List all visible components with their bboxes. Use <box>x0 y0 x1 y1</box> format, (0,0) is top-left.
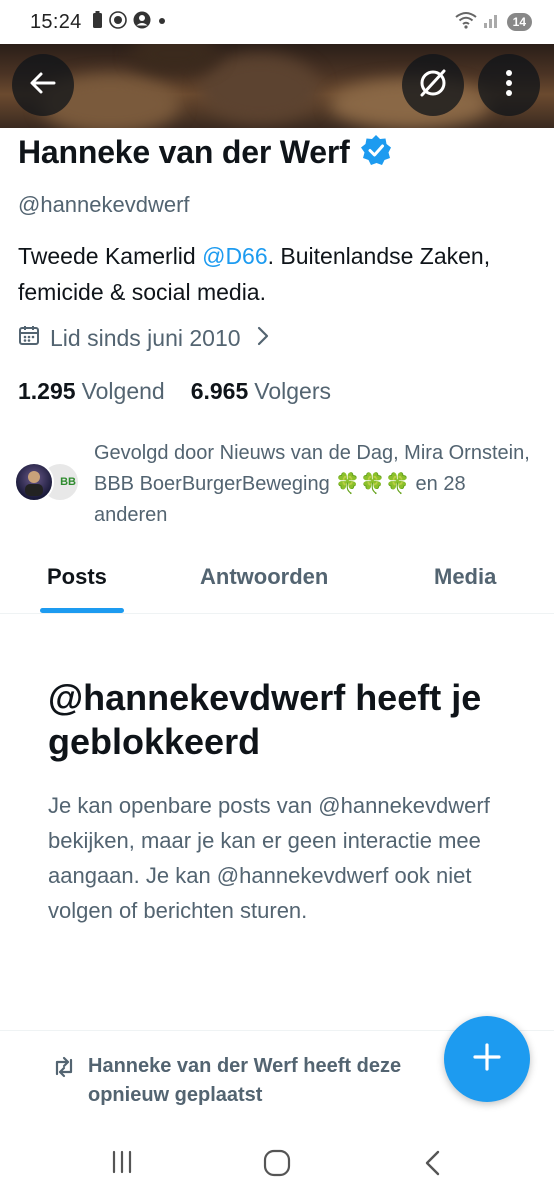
avatar <box>14 462 54 502</box>
joined-date-row[interactable]: Lid sinds juni 2010 <box>18 324 269 352</box>
chevron-right-icon <box>257 325 269 352</box>
following-count: 1.295 <box>18 378 76 404</box>
wifi-icon <box>455 11 477 34</box>
grok-slash-icon <box>417 67 449 104</box>
blocked-body: Je kan openbare posts van @hannekevdwerf… <box>48 793 490 923</box>
following-link[interactable]: 1.295 Volgend <box>18 378 165 405</box>
compose-post-button[interactable] <box>444 1016 530 1102</box>
followed-by-avatars: BB <box>14 462 82 502</box>
follow-stats: 1.295 Volgend 6.965 Volgers <box>18 378 331 405</box>
status-time: 15:24 <box>30 10 82 33</box>
profile-name: Hanneke van der Werf <box>18 134 350 170</box>
home-button[interactable] <box>262 1148 292 1183</box>
back-nav-button[interactable] <box>422 1148 442 1183</box>
profile-tabs: Posts Antwoorden Media <box>0 552 554 614</box>
profile-bio: Tweede Kamerlid @D66. Buitenlandse Zaken… <box>18 238 538 310</box>
repost-indicator[interactable]: Hanneke van der Werf heeft deze opnieuw … <box>52 1052 452 1110</box>
system-nav-bar <box>0 1130 554 1200</box>
repost-icon <box>52 1056 76 1110</box>
bio-mention-link[interactable]: @D66 <box>202 243 268 269</box>
avatar-2-text: BB <box>60 476 76 488</box>
bio-text-prefix: Tweede Kamerlid <box>18 243 203 269</box>
arrow-left-icon <box>28 68 58 103</box>
more-options-button[interactable] <box>478 54 540 116</box>
status-bar: 15:24 14 <box>0 0 554 44</box>
followed-by-text: Gevolgd door Nieuws van de Dag, Mira Orn… <box>94 438 534 531</box>
signal-icon <box>483 11 501 34</box>
blocked-notice: @hannekevdwerf heeft je geblokkeerd Je k… <box>48 676 528 928</box>
back-button[interactable] <box>12 54 74 116</box>
profile-handle: @hannekevdwerf <box>18 192 190 217</box>
dot-icon <box>157 13 167 31</box>
name-row: Hanneke van der Werf <box>18 134 392 171</box>
grok-button[interactable] <box>402 54 464 116</box>
clover-emoji: 🍀🍀🍀 <box>335 473 410 495</box>
account-icon <box>133 11 151 34</box>
verified-badge-icon <box>360 134 392 171</box>
sports-club-icon <box>108 10 127 34</box>
followed-by-row[interactable]: BB Gevolgd door Nieuws van de Dag, Mira … <box>14 438 544 534</box>
header-banner <box>0 44 554 128</box>
tab-replies[interactable]: Antwoorden <box>200 564 328 590</box>
recent-apps-button[interactable] <box>108 1148 136 1181</box>
status-right: 14 <box>455 11 532 34</box>
more-vertical-icon <box>505 69 513 102</box>
tab-media[interactable]: Media <box>434 564 496 590</box>
battery-level-badge: 14 <box>506 13 532 31</box>
plus-icon <box>472 1042 502 1077</box>
blocked-title: @hannekevdwerf heeft je geblokkeerd <box>48 677 482 762</box>
tab-posts[interactable]: Posts <box>47 564 107 590</box>
followers-label: Volgers <box>254 378 331 404</box>
notification-icons <box>92 10 167 34</box>
joined-date-text: Lid sinds juni 2010 <box>50 324 241 351</box>
followers-link[interactable]: 6.965 Volgers <box>191 378 331 405</box>
repost-text: Hanneke van der Werf heeft deze opnieuw … <box>88 1055 402 1106</box>
followers-count: 6.965 <box>190 378 249 404</box>
battery-alert-icon <box>92 10 103 34</box>
calendar-icon <box>18 324 40 352</box>
active-tab-indicator <box>40 608 124 613</box>
following-label: Volgend <box>81 378 165 404</box>
